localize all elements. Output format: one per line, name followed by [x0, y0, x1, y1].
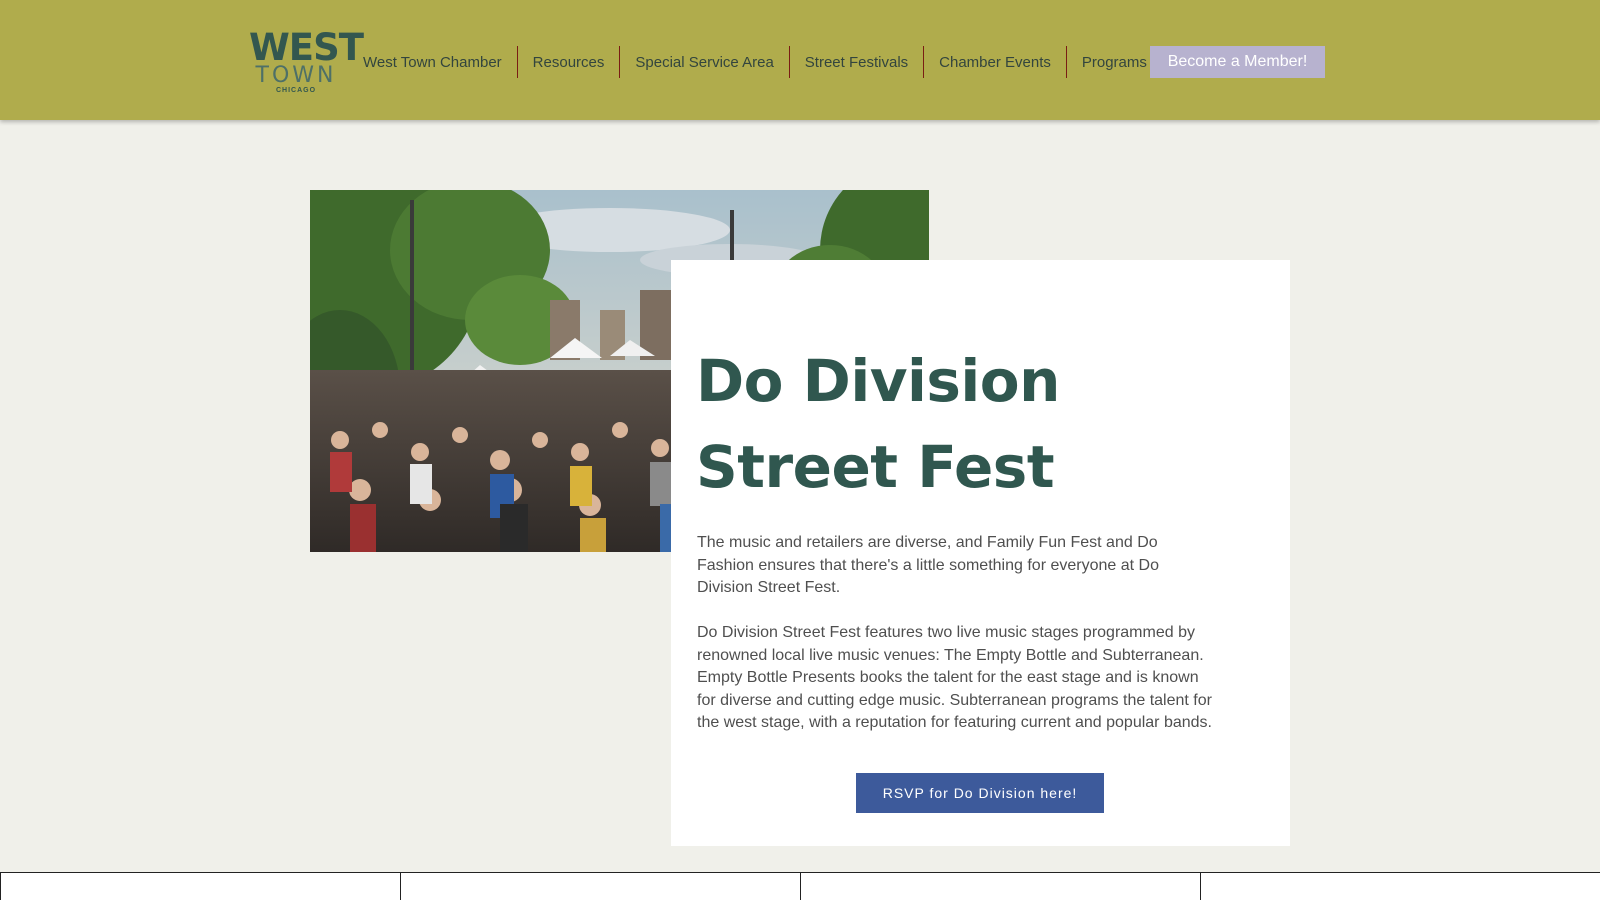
rsvp-button[interactable]: RSVP for Do Division here!: [856, 773, 1104, 813]
footer-cell: [800, 873, 1200, 900]
event-card: Do Division Street Fest The music and re…: [671, 260, 1290, 846]
logo-line-town: TOWN: [255, 63, 337, 88]
page-title: Do Division Street Fest: [696, 338, 1256, 510]
footer-cell: [400, 873, 800, 900]
footer-cell: [0, 873, 400, 900]
site-header: WEST TOWN CHICAGO West Town Chamber Reso…: [0, 0, 1600, 120]
logo-line-west: WEST: [249, 26, 364, 69]
nav-item-west-town-chamber[interactable]: West Town Chamber: [348, 46, 517, 78]
become-member-button[interactable]: Become a Member!: [1150, 46, 1325, 78]
intro-paragraph: The music and retailers are diverse, and…: [697, 534, 1159, 596]
nav-item-resources[interactable]: Resources: [516, 46, 620, 78]
nav-item-programs[interactable]: Programs: [1065, 46, 1162, 78]
music-stages-paragraph: Do Division Street Fest features two liv…: [697, 624, 1212, 731]
nav-item-special-service-area[interactable]: Special Service Area: [619, 46, 788, 78]
footer-cell: [1200, 873, 1600, 900]
west-town-logo[interactable]: WEST TOWN CHICAGO: [249, 26, 364, 100]
nav-item-chamber-events[interactable]: Chamber Events: [923, 46, 1066, 78]
main-nav: West Town Chamber Resources Special Serv…: [348, 46, 1162, 78]
title-line-2: Street Fest: [696, 433, 1055, 501]
footer-strip: [0, 872, 1600, 900]
nav-item-street-festivals[interactable]: Street Festivals: [788, 46, 923, 78]
title-line-1: Do Division: [696, 347, 1060, 415]
